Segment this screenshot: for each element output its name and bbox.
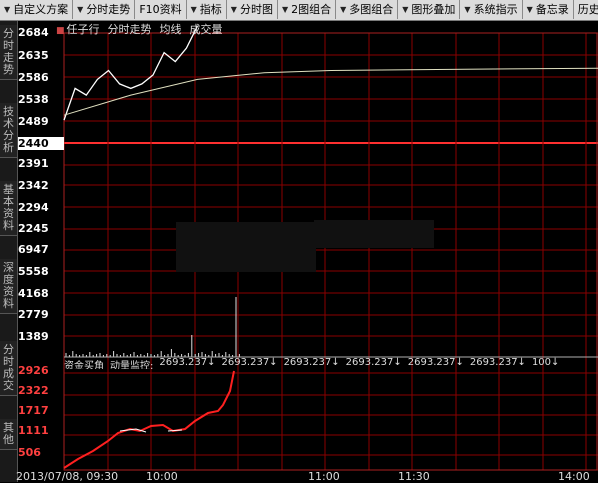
chevron-down-icon: ▼ — [230, 5, 237, 14]
chevron-down-icon: ▼ — [464, 5, 471, 14]
time-tick-label: 14:00 — [558, 470, 590, 483]
toolbar-button-label: 多图组合 — [349, 3, 394, 16]
axis-tick-label: 2586 — [18, 71, 49, 84]
toolbar-button-label: 图形叠加 — [411, 3, 456, 16]
chevron-down-icon: ▼ — [526, 5, 533, 14]
axis-tick-label: 2779 — [18, 308, 49, 321]
axis-tick-label: 2684 — [18, 26, 49, 39]
axis-tick-label: 1389 — [18, 330, 49, 343]
average-line — [63, 67, 598, 116]
time-axis: 2013/07/08, 09:30 10:00 11:00 11:30 14:00 — [16, 470, 598, 483]
redaction-blob — [314, 220, 434, 248]
toolbar-button-10[interactable]: 历史回 — [574, 0, 598, 19]
toolbar-button-5[interactable]: ▼ 2图组合 — [278, 0, 337, 19]
toolbar-button-7[interactable]: ▼ 图形叠加 — [398, 0, 461, 19]
chevron-down-icon: ▼ — [281, 5, 289, 14]
toolbar-button-label: 指标 — [199, 3, 222, 16]
sidebar-tab-4[interactable]: 分时成交 — [0, 341, 17, 396]
toolbar-button-9[interactable]: ▼ 备忘录 — [523, 0, 574, 19]
toolbar-button-0[interactable]: ▼ 自定义方案 — [0, 0, 74, 19]
capital-info-value: 2693.237↓ — [159, 357, 216, 368]
axis-tick-label: 2489 — [18, 115, 49, 128]
sidebar-tab-5[interactable]: 其他 — [0, 419, 17, 450]
axis-tick-label: 5558 — [18, 265, 49, 278]
time-tick-label: 2013/07/08, 09:30 — [16, 470, 119, 483]
toolbar: ▼ 自定义方案 ▼ 分时走势 F10资料 ▼ 指标 ▼ 分时图 ▼ 2图组合 ▼ 多图组合 ▼ 图形叠加 ▼ 系… — [0, 0, 598, 21]
toolbar-button-label: 分时走势 — [86, 3, 131, 16]
toolbar-button-1[interactable]: ▼ 分时走势 — [73, 0, 136, 19]
chevron-down-icon: ▼ — [402, 5, 409, 14]
toolbar-button-label: 备忘录 — [535, 3, 569, 16]
toolbar-button-label: 2图组合 — [291, 3, 332, 16]
axis-tick-label: 2245 — [18, 222, 49, 235]
sidebar: 分时走势技术分析基本资料深度资料分时成交其他 — [0, 21, 18, 482]
axis-tick-label: 2391 — [18, 157, 49, 170]
capital-info-label: 资金买角 — [64, 361, 104, 369]
chevron-down-icon: ▼ — [4, 5, 11, 14]
legend-item: 均线 — [159, 23, 182, 36]
legend-item: 分时走势 — [107, 23, 152, 36]
capital-info-label: 动量监控: — [110, 361, 154, 369]
axis-tick-label: 2926 — [18, 364, 49, 377]
toolbar-button-label: 历史回 — [577, 3, 598, 16]
chevron-down-icon: ▼ — [340, 5, 347, 14]
capital-info-value: 2693.237↓ — [283, 357, 340, 368]
capital-info-value: 2693.237↓ — [221, 357, 278, 368]
capital-info-value: 2693.237↓ — [407, 357, 464, 368]
capital-info-value: 100↓ — [531, 357, 560, 368]
toolbar-button-8[interactable]: ▼ 系统指示 — [460, 0, 523, 19]
toolbar-button-label: 系统指示 — [473, 3, 518, 16]
axis-tick-label: 2635 — [18, 49, 49, 62]
time-tick-label: 10:00 — [146, 470, 178, 483]
legend-item: 成交量 — [189, 23, 223, 36]
toolbar-button-label: 自定义方案 — [13, 3, 69, 16]
chevron-down-icon: ▼ — [77, 5, 84, 14]
toolbar-button-6[interactable]: ▼ 多图组合 — [336, 0, 399, 19]
time-tick-label: 11:00 — [308, 470, 340, 483]
chart-legend: ■ 任子行 分时走势 均线 成交量 — [56, 21, 223, 36]
toolbar-button-2[interactable]: F10资料 — [135, 0, 187, 19]
sidebar-tab-0[interactable]: 分时走势 — [0, 25, 17, 80]
axis-tick-label: 1717 — [18, 404, 49, 417]
time-tick-label: 11:30 — [398, 470, 430, 483]
capital-info-value: 2693.237↓ — [469, 357, 526, 368]
sidebar-tab-1[interactable]: 技术分析 — [0, 103, 17, 158]
axis-tick-label: 506 — [18, 446, 41, 459]
toolbar-button-label: F10资料 — [139, 3, 182, 16]
toolbar-button-4[interactable]: ▼ 分时图 — [227, 0, 278, 19]
toolbar-button-label: 分时图 — [239, 3, 273, 16]
axis-tick-label: 6947 — [18, 243, 49, 256]
capital-info-value: 2693.237↓ — [345, 357, 402, 368]
axis-tick-label: 2538 — [18, 93, 49, 106]
toolbar-button-3[interactable]: ▼ 指标 — [187, 0, 227, 19]
redaction-blob — [176, 222, 316, 272]
axis-tick-label: 4168 — [18, 287, 49, 300]
price-line — [63, 25, 199, 121]
axis-tick-label: 2440 — [18, 137, 64, 150]
sidebar-tab-3[interactable]: 深度资料 — [0, 259, 17, 314]
axis-tick-label: 1111 — [18, 424, 49, 437]
axis-tick-label: 2322 — [18, 384, 49, 397]
capital-flow-line — [63, 370, 235, 469]
axis-tick-label: 2342 — [18, 179, 49, 192]
capital-info-bar: 资金买角 动量监控: 2693.237↓ 2693.237↓ 2693.237↓ 2693… — [64, 357, 598, 369]
chevron-down-icon: ▼ — [190, 5, 197, 14]
axis-tick-label: 2294 — [18, 201, 49, 214]
sidebar-tab-2[interactable]: 基本资料 — [0, 181, 17, 236]
